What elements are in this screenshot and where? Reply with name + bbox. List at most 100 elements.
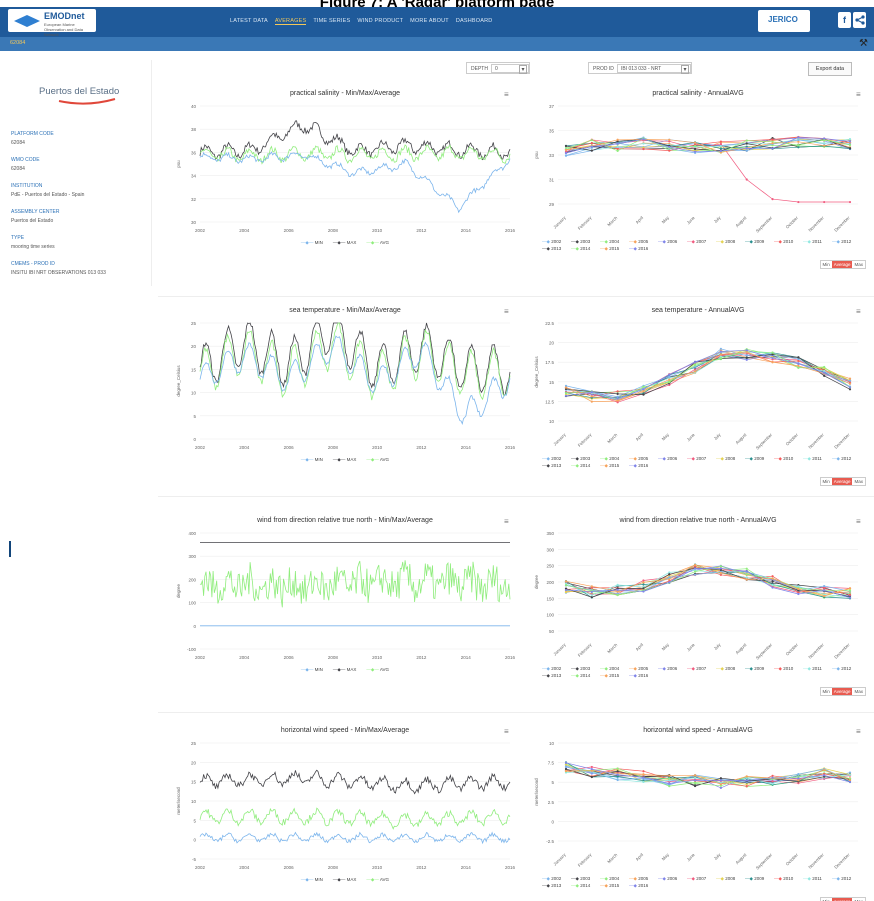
- legend-item-min[interactable]: —◆— MIN: [301, 240, 323, 245]
- legend-item-2015[interactable]: —◆ 2015: [600, 245, 629, 252]
- nav-wind-product[interactable]: WIND PRODUCT: [357, 18, 403, 25]
- legend-item-2004[interactable]: —◆ 2004: [600, 875, 629, 882]
- legend-item-2014[interactable]: —◆ 2014: [571, 245, 600, 252]
- toggle-average[interactable]: Average: [831, 261, 853, 268]
- toggle-max[interactable]: Max: [852, 261, 865, 268]
- legend-item-2010[interactable]: —◆ 2010: [774, 455, 803, 462]
- legend-item-2004[interactable]: —◆ 2004: [600, 665, 629, 672]
- legend-item-2011[interactable]: —◆ 2011: [803, 455, 832, 462]
- nav-latest-data[interactable]: LATEST DATA: [230, 18, 268, 25]
- legend-item-2007[interactable]: —◆ 2007: [687, 238, 716, 245]
- chart-legend[interactable]: —◆— MIN —◆— MAX —◆— AVG: [170, 877, 520, 883]
- legend-item-2006[interactable]: —◆ 2006: [658, 238, 687, 245]
- legend-item-2015[interactable]: —◆ 2015: [600, 882, 629, 889]
- legend-item-min[interactable]: —◆— MIN: [301, 877, 323, 882]
- legend-item-2012[interactable]: —◆ 2012: [832, 238, 861, 245]
- depth-selector[interactable]: DEPTH 0 ▾: [466, 62, 530, 74]
- legend-item-min[interactable]: —◆— MIN: [301, 667, 323, 672]
- toggle-average[interactable]: Average: [831, 478, 853, 485]
- legend-item-2005[interactable]: —◆ 2005: [629, 875, 658, 882]
- toggle-max[interactable]: Max: [852, 478, 865, 485]
- legend-item-avg[interactable]: —◆— AVG: [366, 877, 389, 882]
- legend-item-2008[interactable]: —◆ 2008: [716, 875, 745, 882]
- legend-item-2003[interactable]: —◆ 2003: [571, 238, 600, 245]
- legend-item-avg[interactable]: —◆— AVG: [366, 457, 389, 462]
- year-legend[interactable]: —◆ 2002 —◆ 2003 —◆ 2004 —◆ 2005 —◆ 2006 —◆ 20…: [542, 665, 862, 679]
- legend-item-2012[interactable]: —◆ 2012: [832, 665, 861, 672]
- legend-item-2012[interactable]: —◆ 2012: [832, 455, 861, 462]
- legend-item-2002[interactable]: —◆ 2002: [542, 238, 571, 245]
- legend-item-2011[interactable]: —◆ 2011: [803, 875, 832, 882]
- legend-item-2009[interactable]: —◆ 2009: [745, 665, 774, 672]
- legend-item-2010[interactable]: —◆ 2010: [774, 665, 803, 672]
- share-icon[interactable]: [853, 12, 866, 28]
- min-average-max-toggle[interactable]: MinAverageMax: [819, 260, 866, 269]
- scroll-indicator[interactable]: [9, 541, 11, 557]
- legend-item-max[interactable]: —◆— MAX: [333, 240, 357, 245]
- nav-averages[interactable]: AVERAGES: [274, 18, 307, 25]
- legend-item-2008[interactable]: —◆ 2008: [716, 238, 745, 245]
- legend-item-2013[interactable]: —◆ 2013: [542, 672, 571, 679]
- chart-legend[interactable]: —◆— MIN —◆— MAX —◆— AVG: [170, 667, 520, 673]
- legend-item-2003[interactable]: —◆ 2003: [571, 875, 600, 882]
- year-legend[interactable]: —◆ 2002 —◆ 2003 —◆ 2004 —◆ 2005 —◆ 2006 —◆ 20…: [542, 875, 862, 889]
- legend-item-2008[interactable]: —◆ 2008: [716, 665, 745, 672]
- legend-item-2007[interactable]: —◆ 2007: [687, 455, 716, 462]
- toggle-min[interactable]: Min: [821, 478, 832, 485]
- legend-item-2016[interactable]: —◆ 2016: [629, 462, 658, 469]
- legend-item-2005[interactable]: —◆ 2005: [629, 455, 658, 462]
- legend-item-2005[interactable]: —◆ 2005: [629, 238, 658, 245]
- legend-item-2014[interactable]: —◆ 2014: [571, 672, 600, 679]
- prod-id-select[interactable]: IBI 013 033 - NRT ▾: [617, 64, 691, 74]
- legend-item-2009[interactable]: —◆ 2009: [745, 238, 774, 245]
- toggle-max[interactable]: Max: [852, 688, 865, 695]
- legend-item-2003[interactable]: —◆ 2003: [571, 455, 600, 462]
- legend-item-2006[interactable]: —◆ 2006: [658, 455, 687, 462]
- legend-item-2013[interactable]: —◆ 2013: [542, 462, 571, 469]
- legend-item-avg[interactable]: —◆— AVG: [366, 667, 389, 672]
- nav-dashboard[interactable]: DASHBOARD: [456, 18, 493, 25]
- legend-item-2007[interactable]: —◆ 2007: [687, 665, 716, 672]
- legend-item-2013[interactable]: —◆ 2013: [542, 882, 571, 889]
- legend-item-2011[interactable]: —◆ 2011: [803, 665, 832, 672]
- toggle-average[interactable]: Average: [831, 688, 853, 695]
- legend-item-max[interactable]: —◆— MAX: [333, 457, 357, 462]
- legend-item-avg[interactable]: —◆— AVG: [366, 240, 389, 245]
- legend-item-2002[interactable]: —◆ 2002: [542, 665, 571, 672]
- legend-item-2015[interactable]: —◆ 2015: [600, 462, 629, 469]
- legend-item-2014[interactable]: —◆ 2014: [571, 882, 600, 889]
- legend-item-max[interactable]: —◆— MAX: [333, 877, 357, 882]
- min-average-max-toggle[interactable]: MinAverageMax: [819, 687, 866, 696]
- legend-item-2006[interactable]: —◆ 2006: [658, 875, 687, 882]
- legend-item-min[interactable]: —◆— MIN: [301, 457, 323, 462]
- export-data-button[interactable]: Export data: [808, 62, 852, 76]
- legend-item-2006[interactable]: —◆ 2006: [658, 665, 687, 672]
- nav-time-series[interactable]: TIME SERIES: [313, 18, 350, 25]
- legend-item-2004[interactable]: —◆ 2004: [600, 455, 629, 462]
- legend-item-2016[interactable]: —◆ 2016: [629, 672, 658, 679]
- prod-id-selector[interactable]: PROD ID IBI 013 033 - NRT ▾: [588, 62, 692, 74]
- legend-item-2013[interactable]: —◆ 2013: [542, 245, 571, 252]
- nav-more-about[interactable]: MORE ABOUT: [410, 18, 449, 25]
- year-legend[interactable]: —◆ 2002 —◆ 2003 —◆ 2004 —◆ 2005 —◆ 2006 —◆ 20…: [542, 455, 862, 469]
- legend-item-2016[interactable]: —◆ 2016: [629, 245, 658, 252]
- legend-item-2016[interactable]: —◆ 2016: [629, 882, 658, 889]
- toggle-min[interactable]: Min: [821, 688, 832, 695]
- settings-icon[interactable]: ⚒: [859, 38, 868, 49]
- legend-item-2003[interactable]: —◆ 2003: [571, 665, 600, 672]
- legend-item-2010[interactable]: —◆ 2010: [774, 875, 803, 882]
- legend-item-2005[interactable]: —◆ 2005: [629, 665, 658, 672]
- toggle-min[interactable]: Min: [821, 261, 832, 268]
- legend-item-2007[interactable]: —◆ 2007: [687, 875, 716, 882]
- legend-item-2004[interactable]: —◆ 2004: [600, 238, 629, 245]
- jerico-logo[interactable]: JERICO: [758, 10, 810, 32]
- legend-item-2009[interactable]: —◆ 2009: [745, 875, 774, 882]
- chart-legend[interactable]: —◆— MIN —◆— MAX —◆— AVG: [170, 457, 520, 463]
- legend-item-2012[interactable]: —◆ 2012: [832, 875, 861, 882]
- min-average-max-toggle[interactable]: MinAverageMax: [819, 477, 866, 486]
- year-legend[interactable]: —◆ 2002 —◆ 2003 —◆ 2004 —◆ 2005 —◆ 2006 —◆ 20…: [542, 238, 862, 252]
- legend-item-2011[interactable]: —◆ 2011: [803, 238, 832, 245]
- legend-item-2014[interactable]: —◆ 2014: [571, 462, 600, 469]
- legend-item-2008[interactable]: —◆ 2008: [716, 455, 745, 462]
- min-average-max-toggle[interactable]: MinAverageMax: [819, 897, 866, 901]
